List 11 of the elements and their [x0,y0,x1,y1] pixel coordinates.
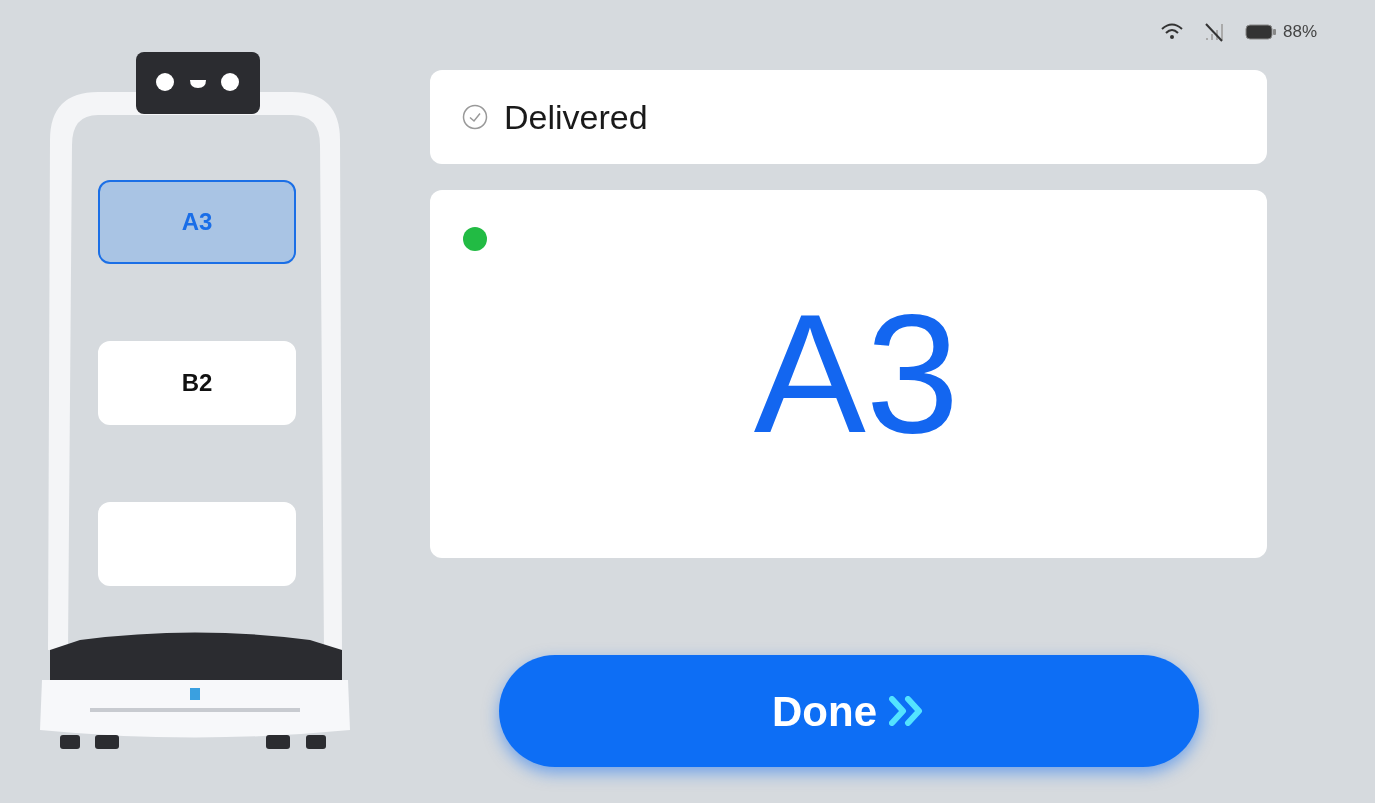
double-chevron-icon [889,696,925,726]
destination-label: A3 [753,290,960,458]
tray-slot[interactable]: B2 [98,341,296,425]
tray-slot[interactable] [98,502,296,586]
done-button[interactable]: Done [498,655,1199,767]
tray-slot[interactable]: A3 [98,180,296,264]
no-signal-icon [1202,22,1225,42]
wifi-icon [1160,23,1183,41]
status-text: Delivered [504,96,648,138]
battery-percent: 88% [1282,21,1317,44]
battery-icon [1244,24,1277,40]
